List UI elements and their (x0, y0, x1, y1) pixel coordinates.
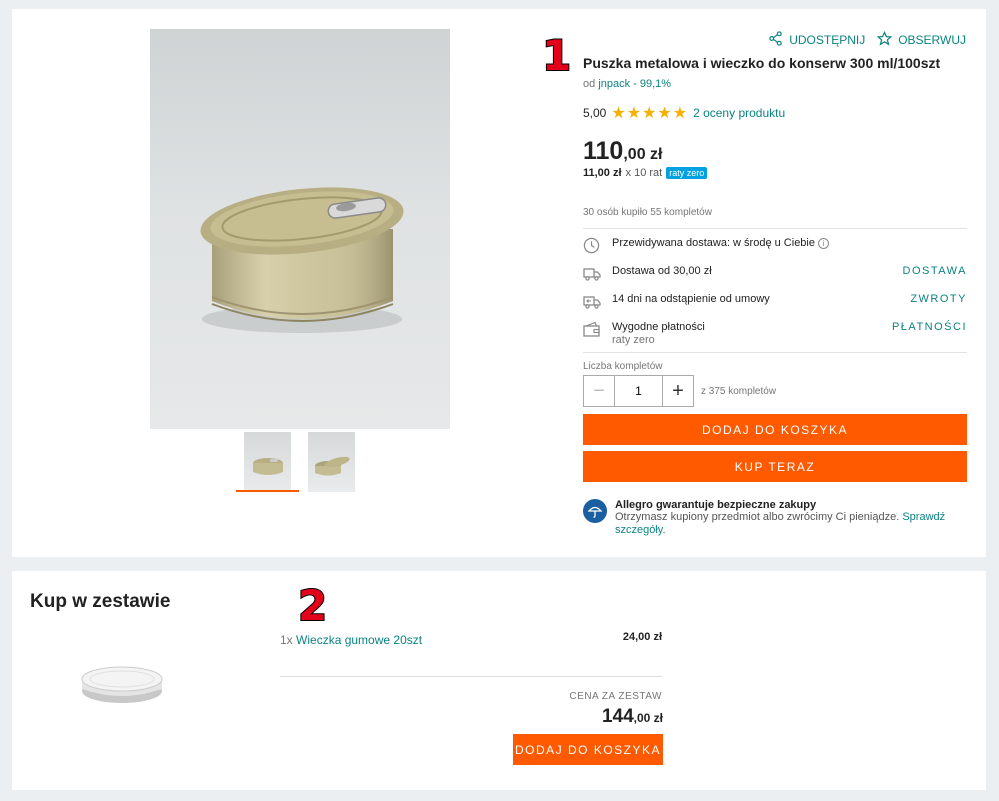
quantity-input[interactable] (614, 376, 663, 406)
buy-now-button[interactable]: KUP TERAZ (583, 451, 967, 482)
bought-count: 30 osób kupiło 55 kompletów (583, 207, 712, 218)
bundle-item-image[interactable] (72, 651, 172, 711)
installments-line: 11,00 zł x 10 rat raty zero (583, 167, 708, 179)
price-fraction: ,00 zł (623, 146, 663, 163)
product-price: 110,00 zł (583, 137, 662, 166)
bundle-item-link[interactable]: Wieczka gumowe 20szt (296, 633, 422, 647)
product-main-image[interactable] (150, 29, 450, 429)
guarantee-desc-block: Otrzymasz kupiony przedmiot albo zwrócim… (615, 511, 967, 537)
quantity-label: Liczba kompletów (583, 361, 663, 372)
bundle-item-qty: 1x (280, 633, 293, 647)
wallet-icon (583, 321, 601, 339)
product-title: Puszka metalowa i wieczko do konserw 300… (583, 55, 941, 71)
price-main: 110 (583, 137, 624, 165)
thumbnail-2[interactable] (308, 432, 355, 492)
bundle-add-to-cart-button[interactable]: DODAJ DO KOSZYKA (513, 734, 663, 765)
bundle-item-price: 24,00 zł (622, 631, 662, 643)
info-row-shipping: Dostawa od 30,00 zł DOSTAWA (583, 265, 967, 283)
divider (583, 228, 967, 229)
annotation-number-2: 2 (297, 580, 328, 631)
quantity-stepper: − + (583, 375, 694, 407)
return-truck-icon (583, 293, 601, 311)
share-button[interactable]: UDOSTĘPNIJ (768, 31, 865, 49)
umbrella-icon (583, 499, 607, 523)
payments-sub: raty zero (612, 334, 655, 346)
bundle-item: 1x Wieczka gumowe 20szt (280, 633, 422, 647)
quantity-increase-button[interactable]: + (663, 376, 693, 406)
returns-link[interactable]: ZWROTY (910, 293, 967, 305)
truck-icon (583, 265, 601, 283)
shipping-link[interactable]: DOSTAWA (903, 265, 967, 277)
share-icon (768, 31, 783, 49)
star-outline-icon (876, 30, 893, 49)
seller-link[interactable]: jnpack - 99,1% (598, 78, 671, 90)
clock-icon (583, 237, 601, 255)
thumbnail-active-indicator (236, 490, 299, 492)
info-text: Przewidywana dostawa: w środę u Ciebie i (612, 237, 967, 250)
bundle-card: Kup w zestawie 2 1x Wieczka gumowe 20szt… (12, 571, 986, 790)
seller-line: od jnpack - 99,1% (583, 78, 671, 90)
returns-text: 14 dni na odstąpienie od umowy (612, 293, 770, 305)
installment-badge: raty zero (666, 167, 708, 179)
bundle-title: Kup w zestawie (30, 591, 171, 612)
info-row-returns: 14 dni na odstąpienie od umowy ZWROTY (583, 293, 967, 311)
rating-count-link[interactable]: 2 oceny produktu (693, 106, 785, 120)
watch-button[interactable]: OBSERWUJ (876, 30, 966, 49)
payments-text: Wygodne płatności (612, 321, 705, 333)
rating-stars-icon: ★★★★★ (611, 105, 689, 122)
payments-link[interactable]: PŁATNOŚCI (892, 321, 967, 333)
guarantee-end: . (662, 524, 666, 536)
bundle-price-main: 144 (601, 706, 634, 727)
divider (583, 352, 967, 353)
guarantee-box: Allegro gwarantuje bezpieczne zakupy Otr… (583, 499, 967, 537)
seller-prefix: od (583, 78, 596, 90)
add-to-cart-button[interactable]: DODAJ DO KOSZYKA (583, 414, 967, 445)
info-row-delivery-estimate: Przewidywana dostawa: w środę u Ciebie i (583, 237, 967, 255)
watch-label: OBSERWUJ (898, 33, 966, 47)
shipping-text: Dostawa od 30,00 zł (612, 265, 712, 277)
installment-amount: 11,00 zł (583, 167, 622, 179)
share-label: UDOSTĘPNIJ (789, 33, 866, 47)
bundle-set-label: CENA ZA ZESTAW (569, 691, 662, 702)
delivery-estimate-text: Przewidywana dostawa: w środę u Ciebie (612, 237, 815, 249)
installment-count: x 10 rat (625, 167, 663, 179)
annotation-number-1: 1 (541, 30, 572, 81)
info-row-payments: Wygodne płatności raty zero PŁATNOŚCI (583, 321, 967, 347)
payments-text-block: Wygodne płatności raty zero (612, 321, 892, 347)
bundle-price-fraction: ,00 zł (633, 711, 663, 725)
guarantee-desc: Otrzymasz kupiony przedmiot albo zwrócim… (615, 511, 900, 523)
quantity-available: z 375 kompletów (701, 386, 777, 397)
divider (280, 676, 662, 677)
thumbnail-1[interactable] (244, 432, 291, 492)
quantity-decrease-button[interactable]: − (584, 376, 614, 406)
rating-value: 5,00 (583, 106, 607, 120)
product-card: 1 UDOSTĘPNIJ OBSERWUJ Puszka metalowa i … (12, 9, 986, 557)
info-circle-icon[interactable]: i (818, 237, 830, 249)
guarantee-title: Allegro gwarantuje bezpieczne zakupy (615, 499, 817, 511)
action-row: UDOSTĘPNIJ OBSERWUJ (768, 30, 966, 49)
rating-row: 5,00 ★★★★★ 2 oceny produktu (583, 103, 785, 123)
bundle-set-price: 144,00 zł (542, 706, 663, 728)
